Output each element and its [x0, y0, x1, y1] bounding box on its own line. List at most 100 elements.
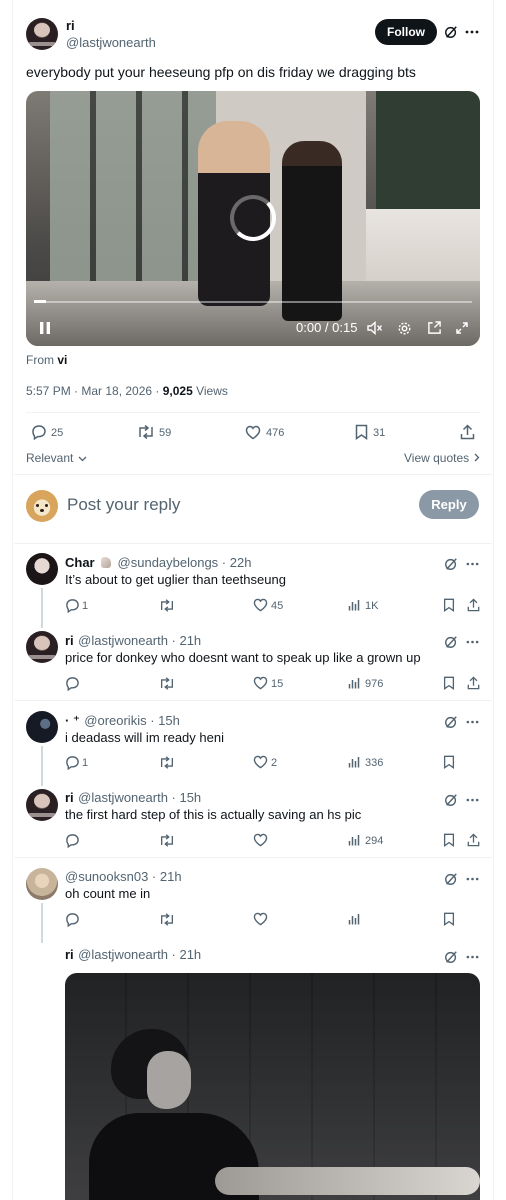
reply-icon[interactable] — [64, 754, 80, 770]
reply-icon[interactable] — [64, 597, 80, 613]
reply-icon[interactable] — [30, 423, 48, 441]
share-icon[interactable] — [465, 597, 481, 613]
reply-author-name[interactable]: ri — [65, 790, 74, 805]
reply-author-handle[interactable]: @oreorikis · 15h — [84, 713, 180, 728]
like-icon[interactable] — [252, 597, 268, 613]
avatar[interactable] — [26, 553, 58, 585]
like-icon[interactable] — [252, 911, 268, 927]
grok-icon[interactable] — [443, 24, 459, 40]
chevron-right-icon — [474, 451, 480, 465]
reply-count: 25 — [51, 427, 64, 439]
pip-icon[interactable] — [425, 319, 443, 337]
like-icon[interactable] — [252, 832, 268, 848]
reply-author-handle[interactable]: @sunooksn03 · 21h — [65, 869, 182, 884]
views-icon[interactable] — [346, 832, 362, 848]
more-icon[interactable] — [464, 792, 480, 808]
bookmark-icon[interactable] — [441, 832, 457, 848]
share-icon[interactable] — [458, 423, 476, 441]
grok-icon[interactable] — [443, 634, 459, 650]
reply-author-handle[interactable]: @lastjwonearth · 21h — [78, 947, 201, 962]
views-icon[interactable] — [346, 597, 362, 613]
mute-icon[interactable] — [366, 319, 384, 337]
video-player[interactable]: 0:00 / 0:15 — [26, 91, 480, 346]
reply-author-name[interactable]: ri — [65, 633, 74, 648]
video-source-name[interactable]: vi — [57, 353, 67, 367]
view-quotes-link[interactable]: View quotes — [404, 451, 480, 465]
views-icon[interactable] — [346, 675, 362, 691]
reply-header: · ⁺ @oreorikis · 15h — [65, 712, 180, 730]
avatar[interactable] — [26, 711, 58, 743]
video-scrubber-track[interactable] — [34, 301, 472, 303]
divider — [14, 543, 492, 544]
avatar[interactable] — [26, 631, 58, 663]
reply-button[interactable]: Reply — [419, 490, 479, 519]
views-icon[interactable] — [346, 911, 362, 927]
reply-text: price for donkey who doesnt want to spea… — [65, 650, 421, 665]
repost-icon[interactable] — [159, 597, 175, 613]
avatar[interactable] — [26, 868, 58, 900]
divider — [26, 412, 480, 413]
repost-icon[interactable] — [136, 423, 156, 441]
reply-icon[interactable] — [64, 675, 80, 691]
grok-icon[interactable] — [443, 792, 459, 808]
grok-icon[interactable] — [443, 949, 459, 965]
like-count: 45 — [271, 600, 284, 612]
reply-author-handle[interactable]: @lastjwonearth · 15h — [78, 790, 201, 805]
video-source[interactable]: From vi — [26, 353, 67, 367]
view-count: 1K — [365, 600, 379, 612]
repost-icon[interactable] — [159, 832, 175, 848]
settings-gear-icon[interactable] — [395, 319, 413, 337]
fullscreen-icon[interactable] — [453, 319, 471, 337]
reply-text: oh count me in — [65, 886, 151, 901]
bookmark-icon[interactable] — [441, 597, 457, 613]
more-icon[interactable] — [464, 24, 480, 40]
repost-icon[interactable] — [159, 754, 175, 770]
repost-icon[interactable] — [159, 675, 175, 691]
video-person-man — [282, 141, 342, 321]
view-count: 976 — [365, 678, 384, 690]
more-icon[interactable] — [464, 634, 480, 650]
reply-author-handle[interactable]: @lastjwonearth · 21h — [78, 633, 201, 648]
grok-icon[interactable] — [443, 714, 459, 730]
pause-icon[interactable] — [36, 319, 54, 337]
grok-icon[interactable] — [443, 556, 459, 572]
more-icon[interactable] — [464, 871, 480, 887]
video-person-arm — [215, 1167, 480, 1195]
more-icon[interactable] — [464, 949, 480, 965]
reply-author-handle[interactable]: @sundaybelongs · 22h — [118, 555, 252, 570]
follow-button[interactable]: Follow — [375, 19, 437, 45]
thread-line — [41, 588, 43, 628]
grok-icon[interactable] — [443, 871, 459, 887]
loading-spinner-icon — [230, 195, 276, 241]
bookmark-icon[interactable] — [441, 675, 457, 691]
tweet-timestamp[interactable]: 5:57 PM · Mar 18, 2026 · — [26, 384, 163, 398]
reply-count: 1 — [82, 600, 89, 612]
sort-dropdown[interactable]: Relevant — [26, 451, 87, 465]
reply-icon[interactable] — [64, 911, 80, 927]
like-icon[interactable] — [252, 675, 268, 691]
avatar[interactable] — [26, 18, 58, 50]
tweet-meta: 5:57 PM · Mar 18, 2026 · 9,025 Views — [26, 384, 228, 398]
reply-composer-input[interactable]: Post your reply — [67, 495, 180, 515]
bookmark-icon[interactable] — [352, 423, 370, 441]
bookmark-icon[interactable] — [441, 754, 457, 770]
bookmark-icon[interactable] — [441, 911, 457, 927]
share-icon[interactable] — [465, 832, 481, 848]
reply-author-name[interactable]: ri — [65, 947, 74, 962]
more-icon[interactable] — [464, 714, 480, 730]
view-count: 294 — [365, 835, 384, 847]
reply-icon[interactable] — [64, 832, 80, 848]
like-icon[interactable] — [244, 423, 262, 441]
like-icon[interactable] — [252, 754, 268, 770]
reply-author-name[interactable]: · ⁺ — [65, 713, 80, 728]
author-name[interactable]: ri — [66, 18, 75, 33]
views-icon[interactable] — [346, 754, 362, 770]
repost-icon[interactable] — [159, 911, 175, 927]
more-icon[interactable] — [464, 556, 480, 572]
reply-author-name[interactable]: Char — [65, 555, 95, 570]
reply-header: ri @lastjwonearth · 15h — [65, 789, 201, 807]
share-icon[interactable] — [465, 675, 481, 691]
reply-video[interactable] — [65, 973, 480, 1200]
avatar[interactable] — [26, 789, 58, 821]
author-handle[interactable]: @lastjwonearth — [66, 35, 156, 50]
